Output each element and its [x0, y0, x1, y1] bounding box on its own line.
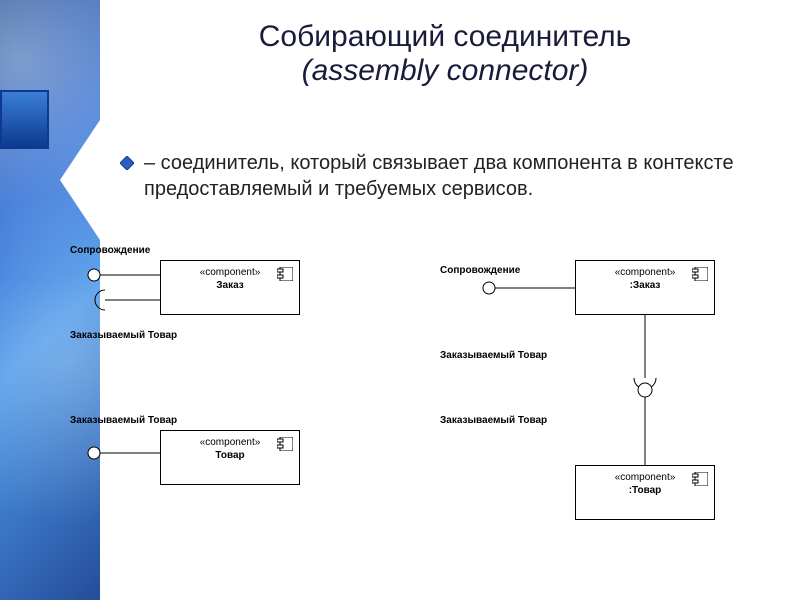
- component-icon: [277, 267, 293, 281]
- diamond-bullet-icon: [120, 156, 134, 170]
- component-tovar: «component» Товар: [160, 430, 300, 485]
- label-ordered-good: Заказываемый Товар: [440, 350, 547, 361]
- assembly-connector: [550, 313, 750, 473]
- slide-title: Собирающий соединитель (assembly connect…: [100, 20, 790, 88]
- uml-diagram-area: «component» Заказ Сопровождение Заказыва…: [70, 235, 790, 585]
- title-line-1: Собирающий соединитель: [100, 20, 790, 54]
- component-icon: [692, 472, 708, 486]
- bullet-item: – соединитель, который связывает два ком…: [120, 150, 790, 202]
- label-ordered-good: Заказываемый Товар: [70, 415, 177, 426]
- component-name: :Заказ: [576, 280, 714, 291]
- component-name: Товар: [161, 450, 299, 461]
- component-icon: [277, 437, 293, 451]
- component-tovar-instance: «component» :Товар: [575, 465, 715, 520]
- required-interface-ordered-good: [70, 260, 170, 320]
- component-zakaz-instance: «component» :Заказ: [575, 260, 715, 315]
- component-icon: [692, 267, 708, 281]
- label-ordered-good: Заказываемый Товар: [440, 415, 547, 426]
- component-name: Заказ: [161, 280, 299, 291]
- component-name: :Товар: [576, 485, 714, 496]
- label-ordered-good: Заказываемый Товар: [70, 330, 177, 341]
- provided-interface-escort-right: [440, 270, 580, 310]
- slide-content: Собирающий соединитель (assembly connect…: [0, 0, 800, 600]
- provided-interface-ordered-good: [70, 435, 170, 475]
- bullet-text: – соединитель, который связывает два ком…: [144, 150, 790, 202]
- label-escort: Сопровождение: [70, 245, 150, 256]
- title-line-2: (assembly connector): [100, 54, 790, 88]
- component-zakaz: «component» Заказ: [160, 260, 300, 315]
